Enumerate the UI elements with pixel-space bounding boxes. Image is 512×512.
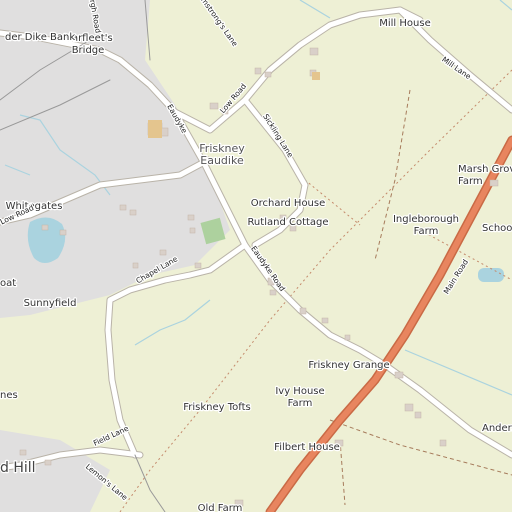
map-canvas[interactable]: Marfleet's Bridge der Dike Bank Burgh Road A… [0,0,512,512]
map-layers: Marfleet's Bridgeder Dike BankBurgh Road A… [0,0,512,512]
label-old-farm: Old Farm [198,503,243,512]
pond-east [478,268,504,282]
label-dike-bank: der Dike Bank [5,32,75,43]
label-anders: Anders [482,423,512,434]
label-friskney-eaudike: Friskney Eaudike [199,142,245,167]
label-oat: oat [0,278,16,289]
hall-building [148,120,162,138]
label-school: School [482,223,512,234]
label-orchard-house: Orchard House [251,198,326,209]
label-sunnyfield: Sunnyfield [24,298,77,309]
label-filbert-house: Filbert House [274,442,340,453]
label-nes: nes [0,390,18,401]
farm-building [312,72,320,80]
label-friskney-grange: Friskney Grange [308,360,389,371]
label-rutland-cottage: Rutland Cottage [247,217,328,228]
label-d-hill: d Hill [0,460,36,476]
label-mill-house: Mill House [379,18,430,29]
label-friskney-tofts: Friskney Tofts [183,402,251,413]
